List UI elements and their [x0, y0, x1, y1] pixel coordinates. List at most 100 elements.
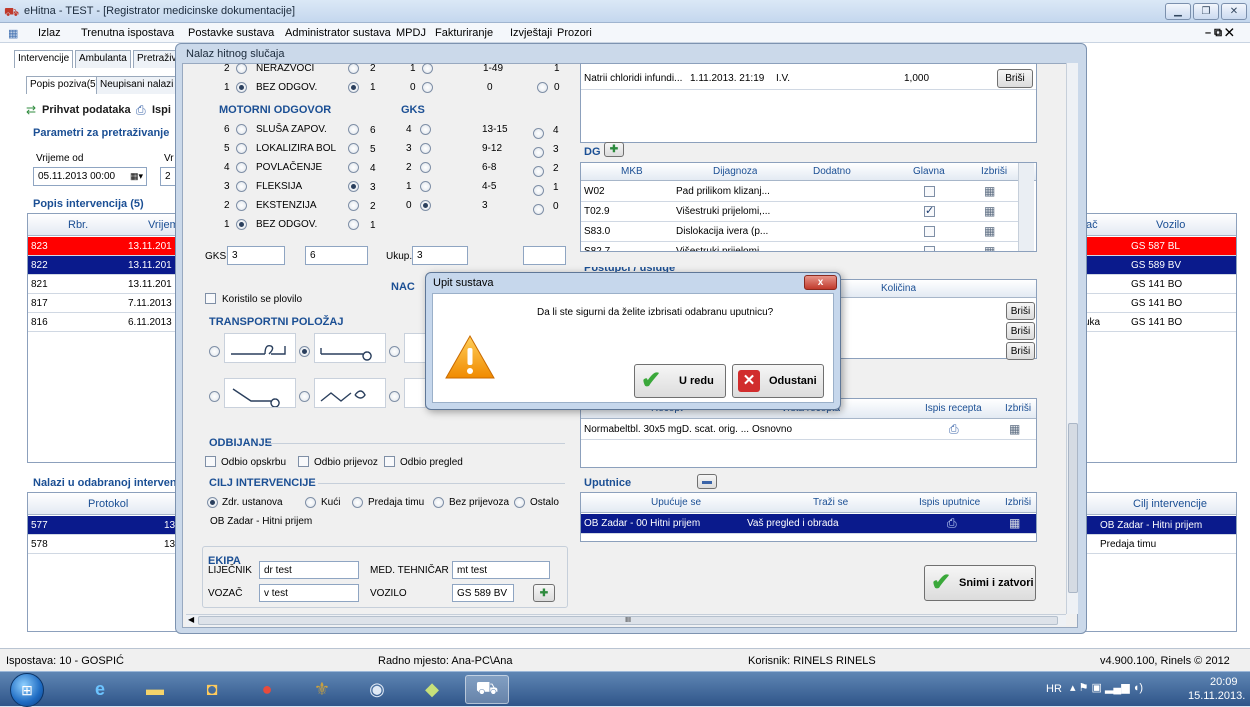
postupci-delete-2[interactable]: Briši — [1006, 322, 1035, 340]
therapy-delete-button[interactable]: Briši — [997, 69, 1033, 88]
clock-time[interactable]: 20:09 — [1210, 676, 1238, 688]
motor-radio[interactable] — [236, 219, 247, 230]
gks-top-radio[interactable] — [422, 63, 433, 74]
recept-row[interactable]: Normabeltbl. 30x5 mgD. scat. orig. ... O… — [581, 420, 1036, 440]
confirm-cancel-button[interactable]: ✕ Odustani — [732, 364, 824, 398]
dg-main-checkbox[interactable] — [924, 204, 935, 217]
tab-ambulanta[interactable]: Ambulanta — [75, 50, 131, 68]
explorer-icon[interactable]: ▬ — [133, 675, 177, 704]
tray-icons[interactable]: ▴ ⚑ ▣ ▂▄▆ ◖) — [1070, 681, 1143, 694]
from-date-input[interactable]: 05.11.2013 00:00 ▦▾ — [33, 167, 147, 186]
eye-1-radio[interactable] — [236, 82, 247, 93]
tehnicar-input[interactable]: mt test — [452, 561, 550, 579]
uputnice-delete-icon[interactable]: ▦ — [1009, 516, 1020, 530]
ie-icon[interactable]: e — [78, 675, 122, 704]
lijecnik-input[interactable]: dr test — [259, 561, 359, 579]
receive-button[interactable]: Prihvat podataka — [42, 104, 131, 116]
gks-score-radio[interactable] — [533, 204, 544, 215]
minimize-icon[interactable]: ▁ — [1165, 3, 1191, 20]
motor-score-radio[interactable] — [348, 124, 359, 135]
odbio-opskrbu-checkbox[interactable] — [205, 456, 216, 467]
transport-position-2-icon[interactable] — [314, 333, 386, 363]
transport-position-1-icon[interactable] — [224, 333, 296, 363]
recept-col-ispis[interactable]: Ispis recepta — [925, 403, 982, 414]
table-row[interactable]: T02.9 Višestruki prijelomi,... ▦ — [581, 202, 1018, 222]
transport-position-6-icon[interactable] — [404, 378, 426, 408]
dg-col-dijagnoza[interactable]: Dijagnoza — [713, 166, 757, 177]
uputnice-col-izbrisi[interactable]: Izbriši — [1005, 497, 1031, 508]
dg-col-glavna[interactable]: Glavna — [913, 166, 945, 177]
save-close-button[interactable]: ✔ Snimi i zatvori — [924, 565, 1036, 601]
col-protokol[interactable]: Protokol — [88, 498, 128, 510]
ukup-input-2[interactable] — [523, 246, 566, 265]
menu-mpdj[interactable]: MPDJ — [396, 27, 426, 39]
transport-position-5-icon[interactable] — [314, 378, 386, 408]
gks-score-radio[interactable] — [533, 166, 544, 177]
dg-delete-icon[interactable]: ▦ — [984, 184, 995, 198]
tab-neupisani-nalazi[interactable]: Neupisani nalazi — [96, 76, 178, 94]
transport-radio-4[interactable] — [209, 391, 220, 402]
uputnice-col-trazi[interactable]: Traži se — [813, 497, 848, 508]
gks-radio[interactable] — [420, 143, 431, 154]
recept-delete-icon[interactable]: ▦ — [1009, 422, 1020, 436]
transport-radio-1[interactable] — [209, 346, 220, 357]
table-row[interactable]: W02 Pad prilikom klizanj... ▦ — [581, 182, 1018, 202]
menu-trenutna-ispostava[interactable]: Trenutna ispostava — [81, 27, 174, 39]
dg-delete-icon[interactable]: ▦ — [984, 244, 995, 251]
odbio-pregled-checkbox[interactable] — [384, 456, 395, 467]
outlook-icon[interactable]: ◘ — [190, 675, 234, 704]
dg-main-checkbox[interactable] — [924, 186, 935, 197]
dg-col-mkb[interactable]: MKB — [621, 166, 643, 177]
menu-prozori[interactable]: Prozori — [557, 27, 592, 39]
cilj-ostalo-radio[interactable] — [514, 497, 525, 508]
transport-radio-6[interactable] — [389, 391, 400, 402]
transport-radio-5[interactable] — [299, 391, 310, 402]
cilj-bez-radio[interactable] — [433, 497, 444, 508]
dialog-vscroll[interactable] — [1066, 63, 1078, 614]
gks-score-radio[interactable] — [533, 147, 544, 158]
motor-score-radio[interactable] — [348, 162, 359, 173]
table-row[interactable]: S83.0 Dislokacija ivera (p... ▦ — [581, 222, 1018, 242]
motor-radio[interactable] — [236, 200, 247, 211]
menu-izvjestaji[interactable]: Izvještaji — [510, 27, 552, 39]
uputnice-print-icon[interactable]: ⎙ — [947, 516, 957, 531]
start-button[interactable]: ⊞ — [10, 673, 44, 707]
vozac-input[interactable]: v test — [259, 584, 359, 602]
clock-date[interactable]: 15.11.2013. — [1188, 690, 1245, 702]
col-rbr[interactable]: Rbr. — [68, 219, 88, 231]
motor-radio[interactable] — [236, 124, 247, 135]
cilj-kuci-radio[interactable] — [305, 497, 316, 508]
motor-score-radio[interactable] — [348, 200, 359, 211]
app-folder-icon[interactable]: ◆ — [410, 675, 454, 704]
plovilo-checkbox[interactable] — [205, 293, 216, 304]
motor-radio[interactable] — [236, 181, 247, 192]
vozilo-input[interactable]: GS 589 BV — [452, 584, 514, 602]
dialog-vscroll-thumb[interactable] — [1068, 423, 1078, 593]
menu-izlaz[interactable]: Izlaz — [38, 27, 61, 39]
eye-2-score-radio[interactable] — [348, 63, 359, 74]
tab-pretrazivanje[interactable]: Pretraživ — [133, 50, 181, 68]
col-vozac[interactable]: ač — [1086, 219, 1098, 231]
hscroll-left-icon[interactable]: ◀ — [188, 615, 194, 624]
print-button[interactable]: Ispi — [152, 104, 171, 116]
menu-fakturiranje[interactable]: Fakturiranje — [435, 27, 493, 39]
gks-radio[interactable] — [420, 181, 431, 192]
confirm-close-button[interactable]: x — [804, 275, 837, 290]
eye-2-radio[interactable] — [236, 63, 247, 74]
uputnice-add-button[interactable]: ▬ — [697, 474, 717, 489]
odbio-prijevoz-checkbox[interactable] — [298, 456, 309, 467]
dg-main-checkbox[interactable] — [924, 246, 935, 251]
dg-delete-icon[interactable]: ▦ — [984, 204, 995, 218]
calendar-icon[interactable]: ▦▾ — [130, 171, 143, 182]
language-indicator[interactable]: HR — [1046, 683, 1062, 695]
dialog-hscroll[interactable]: ◀ III — [186, 614, 1066, 626]
postupci-delete-3[interactable]: Briši — [1006, 342, 1035, 360]
cilj-zdr-radio[interactable] — [207, 497, 218, 508]
transport-position-4-icon[interactable] — [224, 378, 296, 408]
gks-score-radio[interactable] — [533, 185, 544, 196]
motor-score-radio[interactable] — [348, 219, 359, 230]
vozilo-add-button[interactable]: ✚ — [533, 584, 555, 602]
gks-zero-score-radio[interactable] — [537, 82, 548, 93]
uputnice-row[interactable]: OB Zadar - 00 Hitni prijem Vaš pregled i… — [581, 514, 1036, 534]
ambulance-icon[interactable]: ⛟ — [465, 675, 509, 704]
